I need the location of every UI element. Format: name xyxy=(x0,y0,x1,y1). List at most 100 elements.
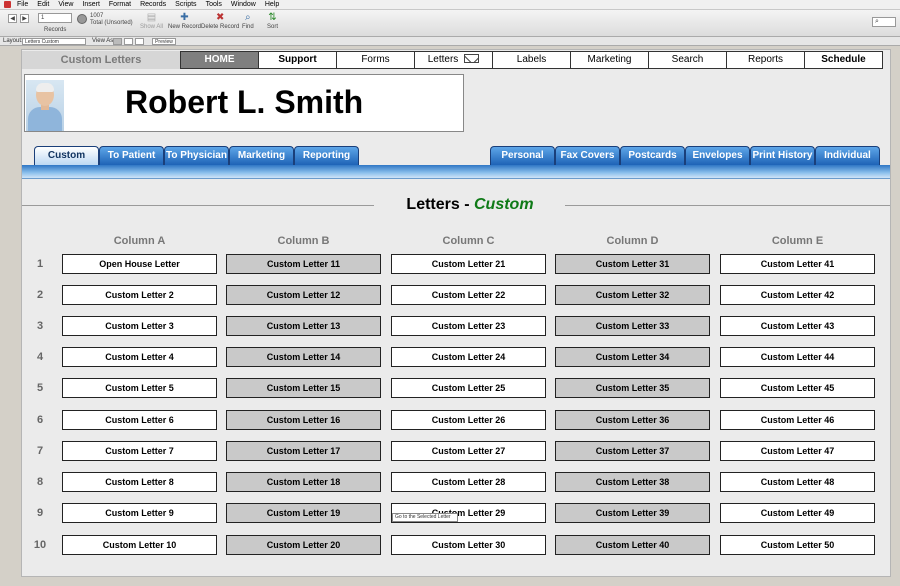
letter-button[interactable]: Custom Letter 20 xyxy=(226,535,381,555)
letter-button[interactable]: Custom Letter 33 xyxy=(555,316,710,336)
photo-hair xyxy=(36,83,54,92)
letter-button[interactable]: Custom Letter 26 xyxy=(391,410,546,430)
letter-button[interactable]: Custom Letter 13 xyxy=(226,316,381,336)
row-number: 5 xyxy=(36,382,44,394)
menu-insert[interactable]: Insert xyxy=(82,1,100,8)
menu-help[interactable]: Help xyxy=(265,1,279,8)
new-record-button[interactable]: ✚ New Record xyxy=(168,12,201,30)
letter-button[interactable]: Custom Letter 8 xyxy=(62,472,217,492)
letter-button[interactable]: Custom Letter 5 xyxy=(62,378,217,398)
view-as-table-icon[interactable] xyxy=(135,38,144,45)
next-record-icon[interactable]: ▶ xyxy=(20,14,29,23)
letter-button[interactable]: Custom Letter 24 xyxy=(391,347,546,367)
show-all-button[interactable]: ▤ Show All xyxy=(140,12,163,30)
nav-forms[interactable]: Forms xyxy=(336,51,415,69)
menu-scripts[interactable]: Scripts xyxy=(175,1,196,8)
letter-button[interactable]: Custom Letter 3 xyxy=(62,316,217,336)
letter-button[interactable]: Custom Letter 2 xyxy=(62,285,217,305)
nav-marketing[interactable]: Marketing xyxy=(570,51,649,69)
tab-print-history[interactable]: Print History xyxy=(750,146,815,165)
letter-button[interactable]: Custom Letter 46 xyxy=(720,410,875,430)
letter-button[interactable]: Custom Letter 6 xyxy=(62,410,217,430)
nav-schedule[interactable]: Schedule xyxy=(804,51,883,69)
menu-tools[interactable]: Tools xyxy=(206,1,222,8)
sort-button[interactable]: ⇅ Sort xyxy=(267,12,278,30)
letter-button[interactable]: Custom Letter 42 xyxy=(720,285,875,305)
letter-button[interactable]: Custom Letter 9 xyxy=(62,503,217,523)
letter-button[interactable]: Custom Letter 23 xyxy=(391,316,546,336)
letter-button[interactable]: Custom Letter 30 xyxy=(391,535,546,555)
letter-button[interactable]: Custom Letter 50 xyxy=(720,535,875,555)
letter-button[interactable]: Custom Letter 16 xyxy=(226,410,381,430)
letter-button[interactable]: Custom Letter 39 xyxy=(555,503,710,523)
nav-support[interactable]: Support xyxy=(258,51,337,69)
nav-labels[interactable]: Labels xyxy=(492,51,571,69)
tab-personal[interactable]: Personal xyxy=(490,146,555,165)
letter-button[interactable]: Open House Letter xyxy=(62,254,217,274)
letter-button[interactable]: Custom Letter 27 xyxy=(391,441,546,461)
letter-button[interactable]: Custom Letter 49 xyxy=(720,503,875,523)
letter-button[interactable]: Custom Letter 34 xyxy=(555,347,710,367)
sort-icon: ⇅ xyxy=(268,12,277,23)
letter-tabs-left: Custom To Patient To Physician Marketing… xyxy=(34,146,359,166)
view-as-list-icon[interactable] xyxy=(124,38,133,45)
tab-reporting[interactable]: Reporting xyxy=(294,146,359,165)
letter-button[interactable]: Custom Letter 40 xyxy=(555,535,710,555)
tab-to-patient[interactable]: To Patient xyxy=(99,146,164,165)
letter-button[interactable]: Custom Letter 28 xyxy=(391,472,546,492)
tab-postcards[interactable]: Postcards xyxy=(620,146,685,165)
letter-button[interactable]: Custom Letter 11 xyxy=(226,254,381,274)
letter-button[interactable]: Custom Letter 4 xyxy=(62,347,217,367)
letter-button[interactable]: Custom Letter 7 xyxy=(62,441,217,461)
find-button[interactable]: ⌕ Find xyxy=(242,12,254,30)
tab-to-physician[interactable]: To Physician xyxy=(164,146,229,165)
nav-search[interactable]: Search xyxy=(648,51,727,69)
letter-button[interactable]: Custom Letter 35 xyxy=(555,378,710,398)
letter-button[interactable]: Custom Letter 31 xyxy=(555,254,710,274)
letter-button[interactable]: Custom Letter 25 xyxy=(391,378,546,398)
tab-individual[interactable]: Individual xyxy=(815,146,880,165)
tooltip: Go to the Selected Letter xyxy=(392,513,458,522)
letter-button[interactable]: Custom Letter 32 xyxy=(555,285,710,305)
tab-fax-covers[interactable]: Fax Covers xyxy=(555,146,620,165)
letter-button[interactable]: Custom Letter 15 xyxy=(226,378,381,398)
tab-marketing[interactable]: Marketing xyxy=(229,146,294,165)
menu-format[interactable]: Format xyxy=(109,1,131,8)
nav-letters[interactable]: Letters xyxy=(414,51,493,69)
letter-button[interactable]: Custom Letter 43 xyxy=(720,316,875,336)
view-as-form-icon[interactable] xyxy=(113,38,122,45)
tab-custom[interactable]: Custom xyxy=(34,146,99,166)
letter-button[interactable]: Custom Letter 17 xyxy=(226,441,381,461)
nav-reports[interactable]: Reports xyxy=(726,51,805,69)
letter-button[interactable]: Custom Letter 38 xyxy=(555,472,710,492)
letter-button[interactable]: Custom Letter 36 xyxy=(555,410,710,430)
letter-button[interactable]: Custom Letter 19 xyxy=(226,503,381,523)
quick-find-input[interactable]: ⌕ xyxy=(872,17,896,27)
menu-file[interactable]: File xyxy=(17,1,28,8)
letter-button[interactable]: Custom Letter 45 xyxy=(720,378,875,398)
delete-record-button[interactable]: ✖ Delete Record xyxy=(201,12,239,30)
letter-button[interactable]: Custom Letter 37 xyxy=(555,441,710,461)
nav-home[interactable]: HOME xyxy=(180,51,259,69)
letter-button[interactable]: Custom Letter 44 xyxy=(720,347,875,367)
letter-button[interactable]: Custom Letter 48 xyxy=(720,472,875,492)
letter-button[interactable]: Custom Letter 47 xyxy=(720,441,875,461)
menu-window[interactable]: Window xyxy=(231,1,256,8)
previous-record-icon[interactable]: ◀ xyxy=(8,14,17,23)
menu-view[interactable]: View xyxy=(58,1,73,8)
letter-button[interactable]: Custom Letter 41 xyxy=(720,254,875,274)
letter-button[interactable]: Custom Letter 12 xyxy=(226,285,381,305)
show-all-icon: ▤ xyxy=(146,12,157,23)
menu-edit[interactable]: Edit xyxy=(37,1,49,8)
preview-button[interactable]: Preview xyxy=(152,38,176,45)
record-number-input[interactable]: 1 xyxy=(38,13,72,23)
row-number: 9 xyxy=(36,507,44,519)
letter-button[interactable]: Custom Letter 18 xyxy=(226,472,381,492)
letter-button[interactable]: Custom Letter 14 xyxy=(226,347,381,367)
layout-select[interactable]: Letters Custom xyxy=(22,38,86,45)
tab-envelopes[interactable]: Envelopes xyxy=(685,146,750,165)
letter-button[interactable]: Custom Letter 21 xyxy=(391,254,546,274)
menu-records[interactable]: Records xyxy=(140,1,166,8)
letter-button[interactable]: Custom Letter 22 xyxy=(391,285,546,305)
letter-button[interactable]: Custom Letter 10 xyxy=(62,535,217,555)
